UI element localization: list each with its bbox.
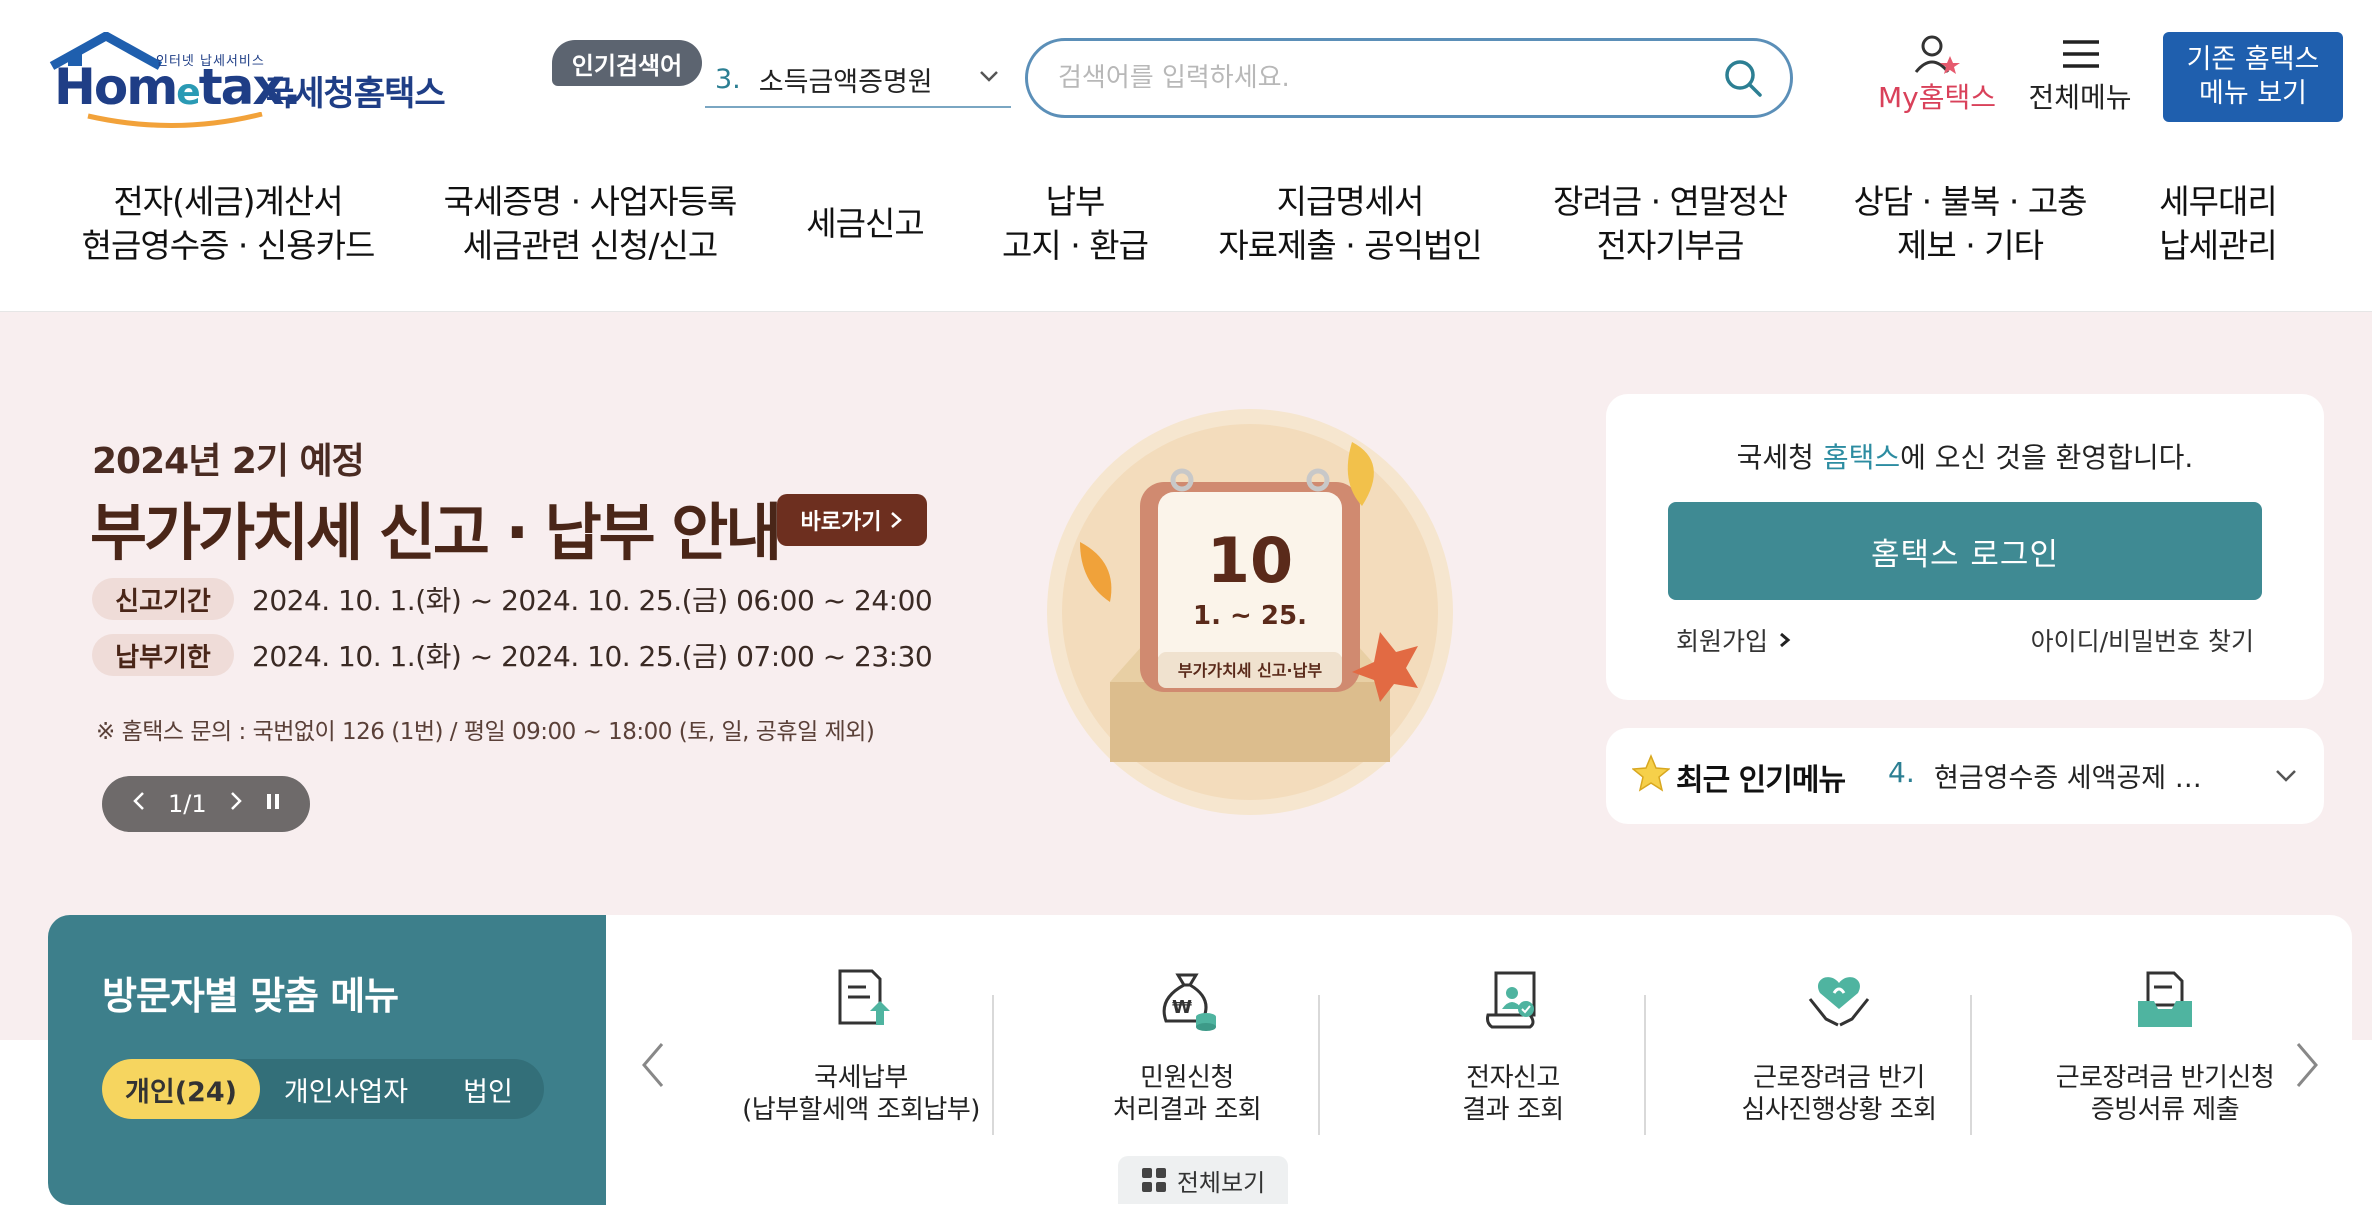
gnb-item-tax-filing[interactable]: 세금신고 [790, 202, 940, 246]
old-hometax-menu-button[interactable]: 기존 홈택스 메뉴 보기 [2163, 32, 2343, 122]
search-box [1025, 38, 1793, 118]
banner-note: ※ 홈택스 문의 : 국번없이 126 (1번) / 평일 09:00 ~ 18… [96, 719, 875, 745]
user-star-icon [1914, 35, 1960, 74]
banner-controls: 1/1 [102, 776, 310, 832]
gnb-item-tax-agent[interactable]: 세무대리 납세관리 [2148, 180, 2288, 268]
chevron-right-icon [1780, 632, 1791, 648]
visitor-menu-panel: 방문자별 맞춤 메뉴 개인(24) 개인사업자 법인 [48, 915, 606, 1205]
divider [1644, 995, 1646, 1135]
document-tray-icon [2138, 971, 2192, 1027]
calendar-illustration: 10 1. ~ 25. 부가가치세 신고·납부 [1047, 409, 1453, 815]
quick-item-line2: 결과 조회 [1462, 1095, 1564, 1125]
popular-menu-item: 현금영수증 세액공제 … [1934, 763, 2202, 794]
chevron-down-icon [2276, 770, 2296, 782]
hometax-logo[interactable]: 인터넷 납세서비스 Hometax. 국세청홈택스 [48, 32, 448, 132]
quick-item-line2: 증빙서류 제출 [2090, 1095, 2240, 1125]
join-link[interactable]: 회원가입 [1676, 622, 1792, 658]
chevron-left-icon [132, 792, 144, 810]
popular-menu-rank: 4. [1888, 756, 1915, 789]
banner-subtitle: 2024년 2기 예정 [92, 441, 365, 482]
gnb-item-certificate[interactable]: 국세증명 · 사업자등록 세금관련 신청/신고 [440, 180, 740, 268]
login-card: 국세청 홈택스에 오신 것을 환영합니다. 홈택스 로그인 회원가입 아이디/비… [1606, 394, 2324, 700]
banner-go-button[interactable]: 바로가기 [777, 494, 927, 546]
banner-date: 2024. 10. 1.(화) ~ 2024. 10. 25.(금) 06:00… [252, 584, 933, 617]
tab-corporation[interactable]: 법인 [432, 1059, 544, 1119]
gnb-item-statement[interactable]: 지급명세서 자료제출 · 공익법인 [1215, 180, 1485, 268]
banner-tag: 납부기한 [92, 634, 234, 676]
pause-icon [267, 794, 280, 809]
header: 인터넷 납세서비스 Hometax. 국세청홈택스 인기검색어 3. 소득금액증… [0, 0, 2372, 150]
search-icon[interactable] [1722, 57, 1764, 99]
heart-hands-icon [1808, 977, 1870, 1027]
gnb-item-payment[interactable]: 납부 고지 · 환급 [990, 180, 1160, 268]
gnb-item-incentive[interactable]: 장려금 · 연말정산 전자기부금 [1545, 180, 1795, 268]
global-navigation: 전자(세금)계산서 현금영수증 · 신용카드 국세증명 · 사업자등록 세금관련 신… [0, 150, 2372, 312]
quick-item-line2: 처리결과 조회 [1112, 1095, 1262, 1125]
banner-title: 부가가치세 신고 · 납부 안내 [90, 496, 782, 569]
view-all-button[interactable]: 전체보기 [1118, 1156, 1288, 1204]
visitor-tabs: 개인(24) 개인사업자 법인 [102, 1059, 544, 1119]
e-filing-icon [1486, 971, 1536, 1029]
logo-korean: 국세청홈택스 [263, 74, 446, 114]
star-icon [1632, 754, 1670, 792]
calendar-label: 부가가치세 신고·납부 [1178, 661, 1322, 680]
money-bag-icon: ₩ [1162, 973, 1216, 1031]
banner-deadline-row: 납부기한 2024. 10. 1.(화) ~ 2024. 10. 25.(금) … [92, 634, 933, 676]
tab-sole-proprietor[interactable]: 개인사업자 [260, 1059, 432, 1119]
popular-rank-number: 3. [715, 63, 741, 95]
banner-period-row: 신고기간 2024. 10. 1.(화) ~ 2024. 10. 25.(금) … [92, 578, 933, 620]
calendar-day: 10 [1207, 524, 1293, 597]
divider [1318, 995, 1320, 1135]
popular-search-badge: 인기검색어 [552, 40, 702, 86]
visitor-menu-title: 방문자별 맞춤 메뉴 [102, 974, 399, 1018]
banner-date: 2024. 10. 1.(화) ~ 2024. 10. 25.(금) 07:00… [252, 640, 933, 673]
popular-menu-title: 최근 인기메뉴 [1676, 763, 1846, 798]
search-input[interactable] [1058, 55, 1698, 101]
login-button[interactable]: 홈택스 로그인 [1668, 502, 2262, 600]
all-menu-label: 전체메뉴 [2028, 81, 2132, 114]
chevron-right-icon [891, 512, 903, 528]
quick-item-line2: 심사진행상황 조회 [1741, 1095, 1937, 1125]
popular-search-dropdown[interactable]: 3. 소득금액증명원 [705, 52, 1011, 108]
chevron-right-icon [231, 792, 242, 810]
hamburger-icon [2063, 40, 2099, 68]
welcome-text: 국세청 홈택스에 오신 것을 환영합니다. [1736, 441, 2194, 474]
find-account-link[interactable]: 아이디/비밀번호 찾기 [2031, 622, 2254, 658]
quick-menu-panel: 국세납부 (납부할세액 조회납부) ₩ 민원신청 처리결과 조회 전자신고 결과… [606, 915, 2352, 1205]
tab-individual[interactable]: 개인(24) [102, 1059, 260, 1119]
tax-payment-icon [838, 969, 890, 1025]
popular-menu-box[interactable]: 최근 인기메뉴 4. 현금영수증 세액공제 … [1606, 728, 2324, 824]
quick-item-incentive-review[interactable]: 근로장려금 반기 심사진행상황 조회 [1676, 965, 2002, 1145]
quick-item-tax-payment[interactable]: 국세납부 (납부할세액 조회납부) [698, 965, 1024, 1145]
prev-arrow-icon[interactable] [638, 1040, 668, 1090]
prev-slide-button[interactable] [131, 790, 147, 818]
popular-keyword: 소득금액증명원 [758, 66, 933, 98]
gnb-item-einvoice[interactable]: 전자(세금)계산서 현금영수증 · 신용카드 [78, 180, 378, 268]
gnb-item-consult[interactable]: 상담 · 불복 · 고충 제보 · 기타 [1850, 180, 2090, 268]
next-arrow-icon[interactable] [2292, 1040, 2322, 1090]
svg-text:₩: ₩ [1172, 997, 1192, 1018]
banner-tag: 신고기간 [92, 578, 234, 620]
quick-item-line2: (납부할세액 조회납부) [742, 1095, 980, 1125]
divider [992, 995, 994, 1135]
old-menu-line2: 메뉴 보기 [2199, 78, 2307, 109]
divider [1970, 995, 1972, 1135]
quick-item-civil-petition[interactable]: ₩ 민원신청 처리결과 조회 [1024, 965, 1350, 1145]
all-menu-button[interactable]: 전체메뉴 [2025, 32, 2135, 116]
next-slide-button[interactable] [228, 790, 244, 818]
quick-item-e-filing[interactable]: 전자신고 결과 조회 [1350, 965, 1676, 1145]
chevron-down-icon [980, 71, 998, 82]
pause-button[interactable] [265, 790, 281, 818]
quick-item-incentive-evidence[interactable]: 근로장려금 반기신청 증빙서류 제출 [2002, 965, 2328, 1145]
my-hometax-button[interactable]: My홈택스 [1872, 32, 2002, 116]
old-menu-line1: 기존 홈택스 [2186, 44, 2320, 75]
calendar-range: 1. ~ 25. [1193, 601, 1307, 631]
grid-icon [1141, 1168, 1166, 1192]
slide-indicator: 1/1 [168, 790, 207, 818]
logo-swoosh-icon [87, 112, 263, 128]
my-hometax-label: My홈택스 [1877, 81, 1996, 114]
